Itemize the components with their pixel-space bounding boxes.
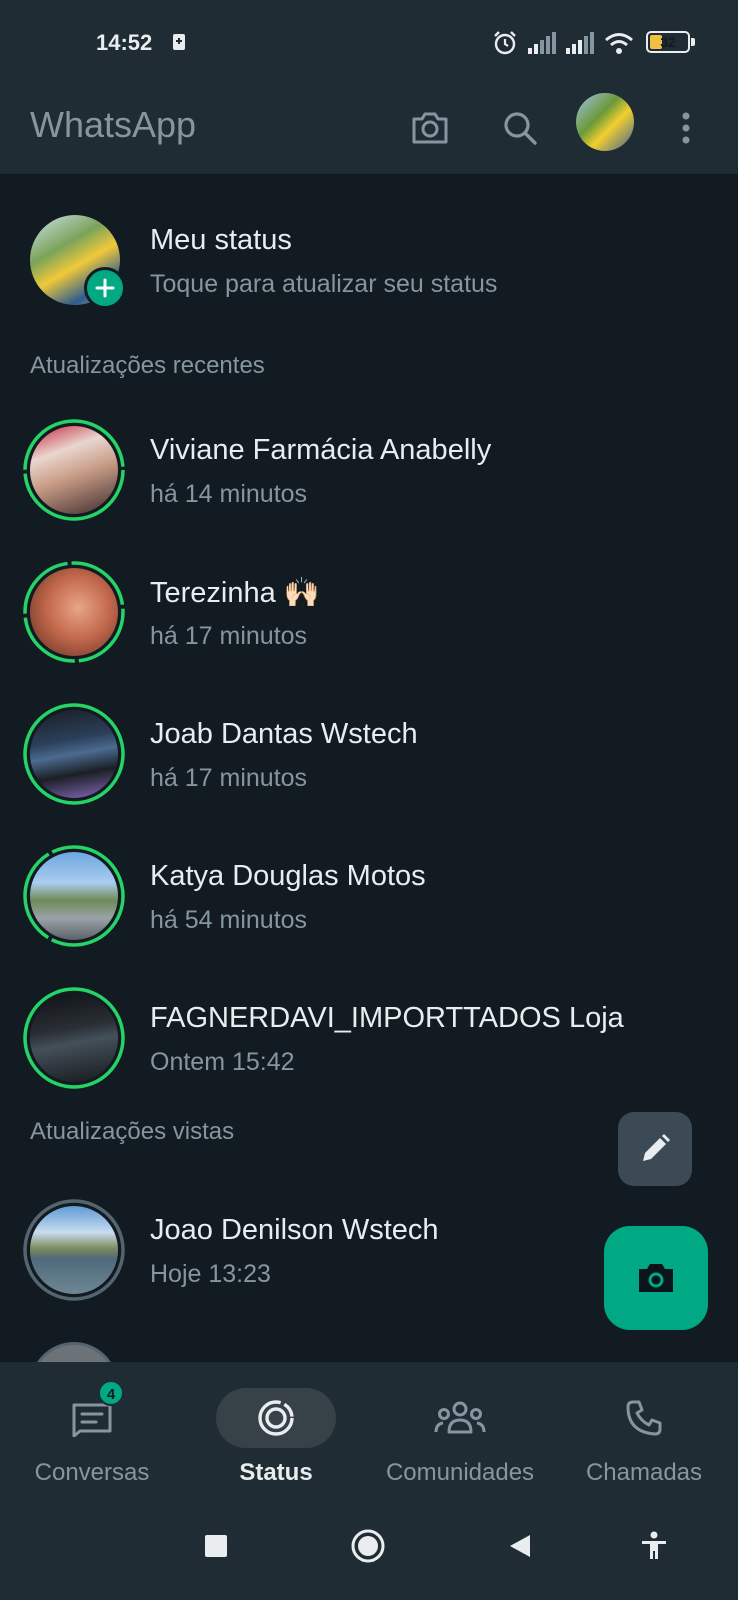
tab-status[interactable]: Status: [184, 1362, 368, 1492]
status-time: há 54 minutos: [150, 906, 308, 934]
chats-icon: [32, 1388, 152, 1448]
back-triangle-icon: [510, 1535, 530, 1557]
contact-avatar: [30, 710, 118, 798]
contact-avatar: [30, 1206, 118, 1294]
contact-avatar: [30, 852, 118, 940]
contact-name: Joao Denilson Wstech: [150, 1214, 439, 1246]
app-bar: WhatsApp: [0, 86, 738, 174]
communities-icon: [400, 1388, 520, 1448]
pencil-icon: [643, 1134, 670, 1161]
signal-icon-2: [566, 32, 594, 54]
back-button[interactable]: [498, 1524, 542, 1568]
tab-conversas[interactable]: 4 Conversas: [0, 1362, 184, 1492]
tab-label: Comunidades: [385, 1459, 535, 1486]
camera-status-button[interactable]: [604, 1226, 708, 1330]
square-icon: [205, 1535, 227, 1557]
status-icon: [216, 1388, 336, 1448]
phone-icon: [584, 1388, 704, 1448]
status-icons: [492, 28, 634, 58]
status-time: há 17 minutos: [150, 764, 308, 792]
alarm-icon: [494, 31, 516, 55]
my-status-subtitle: Toque para atualizar seu status: [150, 270, 498, 298]
battery-icon: 32: [646, 31, 690, 53]
signal-icon: [528, 32, 556, 54]
contact-name: Terezinha 🙌🏻: [150, 577, 320, 609]
my-status-row[interactable]: Meu status Toque para atualizar seu stat…: [0, 190, 738, 320]
recents-button[interactable]: [194, 1524, 238, 1568]
battery-nub: [691, 38, 695, 46]
contact-name: Katya Douglas Motos: [150, 860, 426, 892]
contact-avatar: [30, 426, 118, 514]
status-row[interactable]: Terezinha 🙌🏻 há 17 minutos: [0, 550, 738, 686]
camera-button[interactable]: [400, 98, 460, 158]
camera-icon: [412, 112, 448, 144]
tab-label: Conversas: [34, 1459, 150, 1486]
tab-label: Chamadas: [585, 1459, 703, 1486]
battery-percent: 32: [660, 34, 676, 50]
document-icon: [173, 34, 185, 50]
unread-badge: 4: [98, 1380, 124, 1406]
clock: 14:52: [96, 30, 153, 55]
status-row[interactable]: Viviane Farmácia Anabelly há 14 minutos: [0, 408, 738, 544]
app-title: WhatsApp: [30, 104, 197, 145]
section-viewed-updates: Atualizações vistas: [30, 1118, 235, 1145]
tab-label: Status: [239, 1459, 313, 1486]
contact-name: Joab Dantas Wstech: [150, 718, 418, 750]
search-button[interactable]: [490, 98, 550, 158]
contact-avatar-partial: [30, 1342, 118, 1362]
section-recent-updates: Atualizações recentes: [30, 352, 265, 379]
profile-avatar[interactable]: [576, 93, 634, 151]
tab-comunidades[interactable]: Comunidades: [368, 1362, 552, 1492]
bottom-navigation: 4 Conversas Status Comunidades Chamadas: [0, 1362, 738, 1492]
accessibility-icon: [642, 1531, 666, 1559]
search-icon: [504, 112, 537, 145]
camera-icon: [639, 1264, 673, 1292]
home-button[interactable]: [346, 1524, 390, 1568]
edit-status-button[interactable]: [618, 1112, 692, 1186]
status-row[interactable]: Joab Dantas Wstech há 17 minutos: [0, 692, 738, 828]
home-circle-icon: [351, 1529, 385, 1563]
contact-avatar: [30, 994, 118, 1082]
more-options-button[interactable]: [666, 98, 706, 158]
system-status-bar: 14:52 32: [0, 0, 738, 86]
accessibility-button[interactable]: [632, 1524, 676, 1568]
contact-name: FAGNERDAVI_IMPORTTADOS Loja: [150, 1002, 624, 1034]
system-navigation-bar: [0, 1492, 738, 1600]
my-status-name: Meu status: [150, 224, 292, 256]
status-row[interactable]: FAGNERDAVI_IMPORTTADOS Loja Ontem 15:42: [0, 976, 738, 1112]
contact-avatar: [30, 568, 118, 656]
contact-name: Viviane Farmácia Anabelly: [150, 434, 492, 466]
status-time: Ontem 15:42: [150, 1048, 295, 1076]
add-status-icon[interactable]: [84, 267, 126, 309]
wifi-icon: [605, 33, 633, 54]
status-row[interactable]: Katya Douglas Motos há 54 minutos: [0, 834, 738, 970]
status-time: há 17 minutos: [150, 622, 308, 650]
status-time: Hoje 13:23: [150, 1260, 271, 1288]
more-vert-icon: [682, 112, 690, 144]
tab-chamadas[interactable]: Chamadas: [552, 1362, 736, 1492]
status-time: há 14 minutos: [150, 480, 308, 508]
